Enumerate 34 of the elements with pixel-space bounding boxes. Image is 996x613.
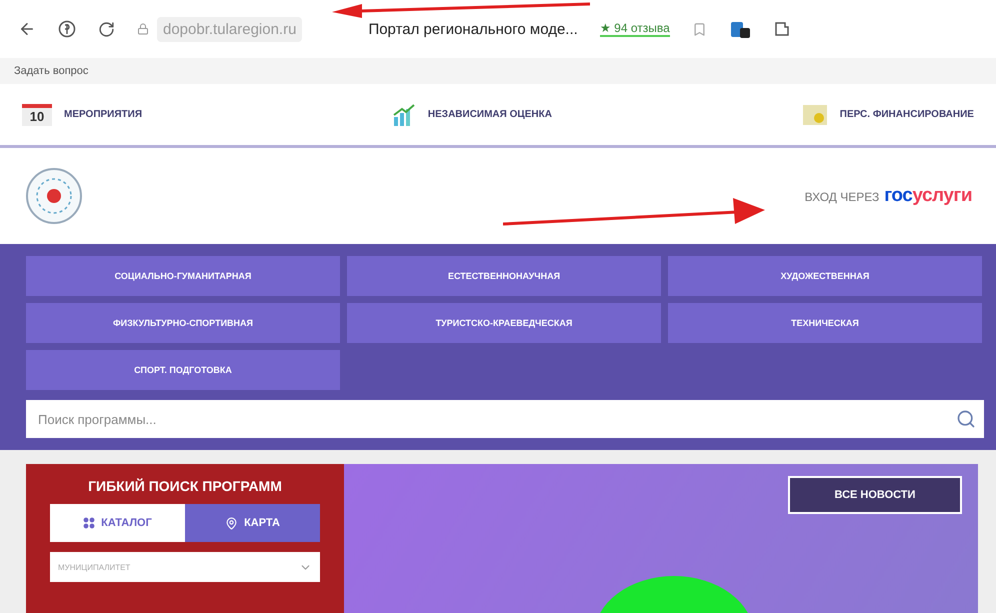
nav-link[interactable]: НЕЗАВИСИМАЯ ОЦЕНКА — [392, 102, 552, 126]
reviews-link[interactable]: ★ 94 отзыва — [600, 21, 670, 37]
bookmark-link[interactable]: Задать вопрос — [14, 65, 88, 77]
direction-link[interactable]: ФИЗКУЛЬТУРНО-СПОРТИВНАЯ — [26, 303, 340, 343]
extension-icon[interactable] — [772, 20, 791, 38]
view-tab[interactable]: КАРТА — [185, 504, 320, 542]
search-field[interactable]: Поиск программы... — [26, 400, 984, 438]
all-news-button[interactable]: ВСЕ НОВОСТИ — [788, 476, 962, 514]
search-input[interactable]: Поиск программы... — [36, 410, 956, 428]
emblem-logo-icon[interactable] — [24, 166, 84, 226]
gosuslugi-login-link[interactable]: ВХОД ЧЕРЕЗ госуслуги — [804, 185, 972, 207]
search-icon[interactable] — [956, 409, 976, 429]
reload-icon[interactable] — [98, 20, 115, 38]
map-pin-icon — [225, 516, 238, 530]
grid-icon — [83, 517, 96, 529]
lock-icon — [137, 23, 149, 35]
page-title: Портал регионального моде... — [368, 20, 578, 38]
direction-link[interactable]: ЕСТЕСТВЕННОНАУЧНАЯ — [347, 256, 661, 296]
filter-title: ГИБКИЙ ПОИСК ПРОГРАММ — [87, 478, 283, 494]
calendar-icon: 10 — [22, 104, 52, 126]
nav-link[interactable]: ПЕРС. ФИНАНСИРОВАНИЕ — [802, 102, 974, 126]
finance-icon — [802, 102, 828, 126]
url-field[interactable]: dopobr.tularegion.ru — [157, 16, 302, 42]
direction-link[interactable]: ХУДОЖЕСТВЕННАЯ — [668, 256, 982, 296]
bar-chart-icon — [392, 102, 416, 126]
back-icon[interactable] — [18, 20, 36, 38]
direction-link[interactable]: СОЦИАЛЬНО-ГУМАНИТАРНАЯ — [26, 256, 340, 296]
browser-logo-icon[interactable] — [58, 20, 76, 38]
direction-link[interactable]: СПОРТ. ПОДГОТОВКА — [26, 350, 340, 390]
direction-link[interactable]: ТУРИСТСКО-КРАЕВЕДЧЕСКАЯ — [347, 303, 661, 343]
direction-link[interactable]: ТЕХНИЧЕСКАЯ — [668, 303, 982, 343]
view-tab[interactable]: КАТАЛОГ — [50, 504, 185, 542]
nav-link[interactable]: 10 МЕРОПРИЯТИЯ — [22, 104, 142, 126]
extension-icon[interactable] — [728, 19, 751, 39]
